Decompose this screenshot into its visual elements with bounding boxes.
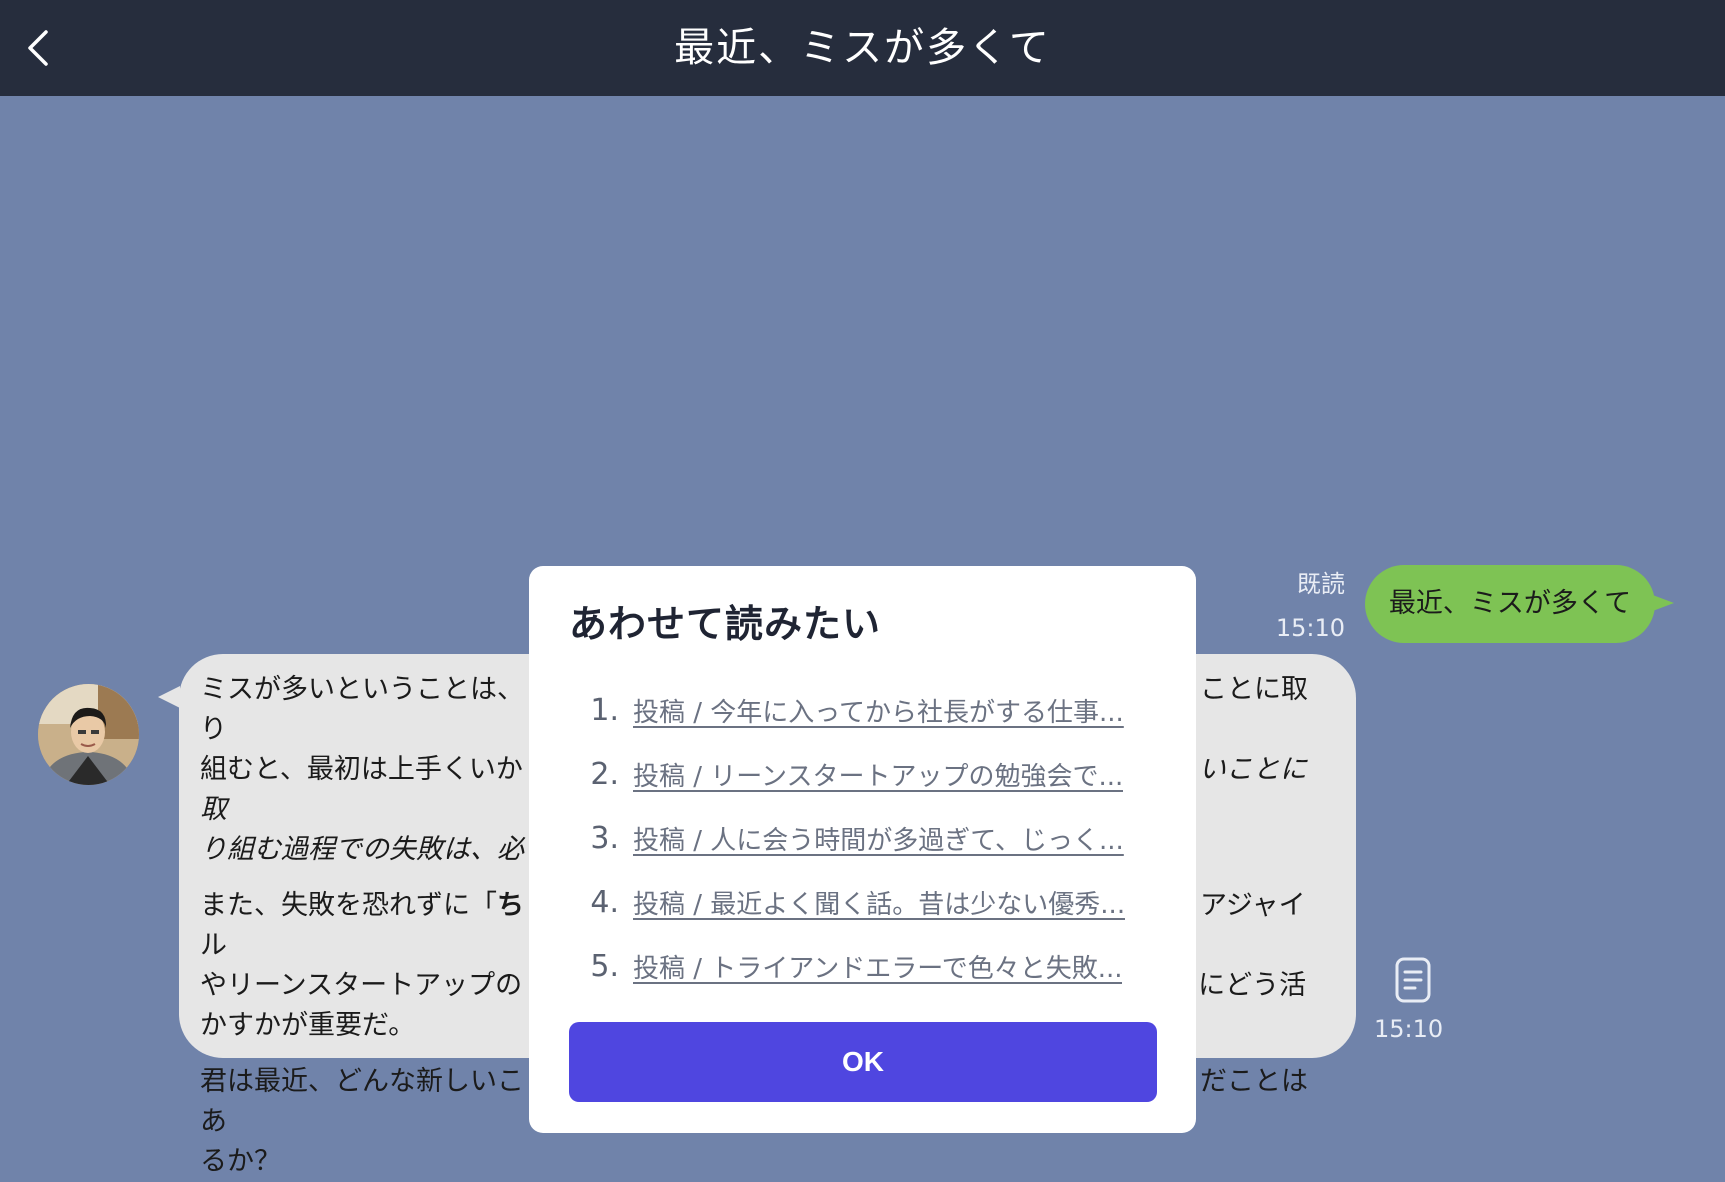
message-text: 君は最近、どんな新しいこ	[200, 1066, 524, 1097]
related-article-link[interactable]: 投稿 / リーンスタートアップの勉強会で...	[633, 756, 1123, 793]
avatar[interactable]	[38, 684, 139, 785]
list-item-number: 5.	[590, 948, 619, 984]
list-item: 3. 投稿 / 人に会う時間が多過ぎて、じっく...	[569, 806, 1156, 870]
read-receipt: 既読	[1297, 570, 1345, 598]
list-item-number: 2.	[590, 756, 619, 792]
list-item: 1. 投稿 / 今年に入ってから社長がする仕事...	[569, 678, 1156, 742]
message-text: 組むと、最初は上手くいか	[200, 754, 523, 785]
outgoing-time: 15:10	[1275, 614, 1345, 642]
document-icon[interactable]	[1393, 956, 1433, 1004]
message-text: やリーンスタートアップの	[200, 970, 523, 1001]
related-articles-modal: あわせて読みたい 1. 投稿 / 今年に入ってから社長がする仕事... 2. 投…	[529, 566, 1196, 1133]
list-item: 2. 投稿 / リーンスタートアップの勉強会で...	[569, 742, 1156, 806]
message-text: にどう活	[1198, 970, 1307, 1001]
message-text: また、失敗を恐れずに「	[200, 890, 497, 921]
avatar-photo	[38, 684, 139, 785]
outgoing-meta: 既読 15:10	[1276, 562, 1345, 650]
outgoing-bubble-tail	[1650, 594, 1674, 612]
incoming-bubble-tail	[158, 686, 180, 708]
related-article-link[interactable]: 投稿 / トライアンドエラーで色々と失敗...	[633, 948, 1122, 985]
message-text-strong: ち	[497, 890, 524, 921]
chat-area[interactable]: 既読 15:10 最近、ミスが多くて ミスが多いということは、 ことに取り 組むと…	[0, 96, 1725, 1177]
header-bar: 最近、ミスが多くて	[0, 0, 1725, 96]
related-articles-list: 1. 投稿 / 今年に入ってから社長がする仕事... 2. 投稿 / リーンスタ…	[569, 678, 1156, 998]
list-item-number: 3.	[590, 820, 619, 856]
outgoing-message-bubble[interactable]: 最近、ミスが多くて	[1365, 565, 1655, 643]
list-item-number: 4.	[590, 884, 619, 920]
message-text: かすかが重要だ。	[200, 1010, 416, 1041]
message-text: ミスが多いということは、	[200, 674, 524, 705]
related-article-link[interactable]: 投稿 / 今年に入ってから社長がする仕事...	[633, 692, 1124, 729]
related-article-link[interactable]: 投稿 / 最近よく聞く話。昔は少ない優秀...	[633, 884, 1125, 921]
incoming-time: 15:10	[1374, 1015, 1444, 1043]
list-item: 4. 投稿 / 最近よく聞く話。昔は少ない優秀...	[569, 870, 1156, 934]
message-text-emphasis: り組む過程での失敗は、必	[200, 834, 524, 865]
list-item: 5. 投稿 / トライアンドエラーで色々と失敗...	[569, 934, 1156, 998]
related-article-link[interactable]: 投稿 / 人に会う時間が多過ぎて、じっく...	[633, 820, 1124, 857]
outgoing-message-text: 最近、ミスが多くて	[1388, 588, 1632, 619]
list-item-number: 1.	[590, 692, 619, 728]
message-text: るか？	[200, 1146, 281, 1177]
page-title: 最近、ミスが多くて	[674, 25, 1051, 71]
modal-title: あわせて読みたい	[569, 602, 882, 646]
ok-button[interactable]: OK	[569, 1022, 1157, 1102]
